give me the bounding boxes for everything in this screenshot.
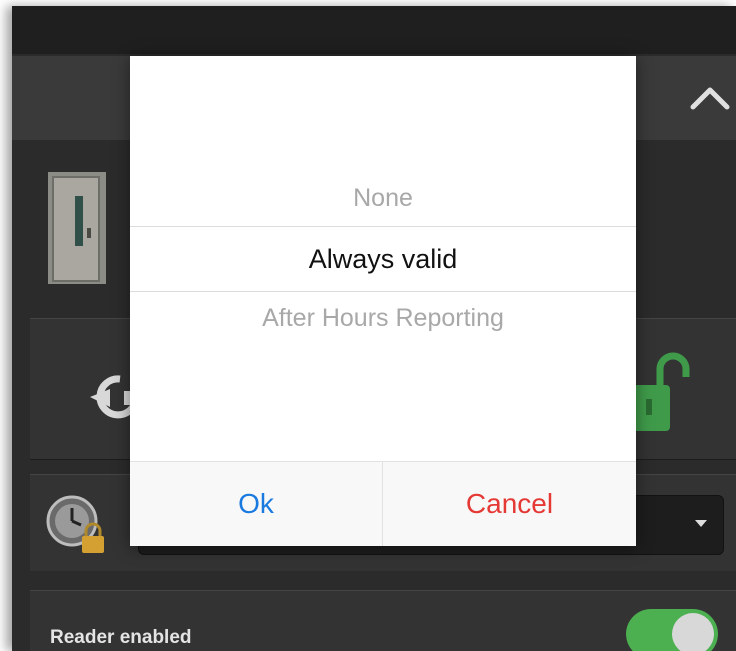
toggle-knob[interactable] [672, 613, 714, 651]
ok-button[interactable]: Ok [130, 462, 383, 546]
picker-dialog: None Always valid After Hours Reporting … [130, 56, 636, 546]
chevron-up-icon[interactable] [690, 82, 730, 112]
top-bar [12, 6, 736, 54]
schedule-lock-icon [46, 495, 104, 553]
unlock-icon[interactable] [628, 347, 690, 433]
picker-option-none[interactable]: None [130, 184, 636, 213]
reader-enabled-row: Reader enabled [30, 590, 736, 651]
picker-option-selected[interactable]: Always valid [130, 226, 636, 292]
picker-option-after-hours-reporting[interactable]: After Hours Reporting [130, 304, 636, 333]
door-icon [48, 172, 106, 284]
dropdown-arrow-icon[interactable] [695, 520, 707, 527]
picker-option-always-valid[interactable]: Always valid [130, 227, 636, 291]
dialog-buttons: Ok Cancel [130, 461, 636, 546]
cancel-button[interactable]: Cancel [383, 462, 636, 546]
reader-enabled-label: Reader enabled [50, 627, 192, 648]
reader-enabled-toggle[interactable] [626, 609, 718, 651]
